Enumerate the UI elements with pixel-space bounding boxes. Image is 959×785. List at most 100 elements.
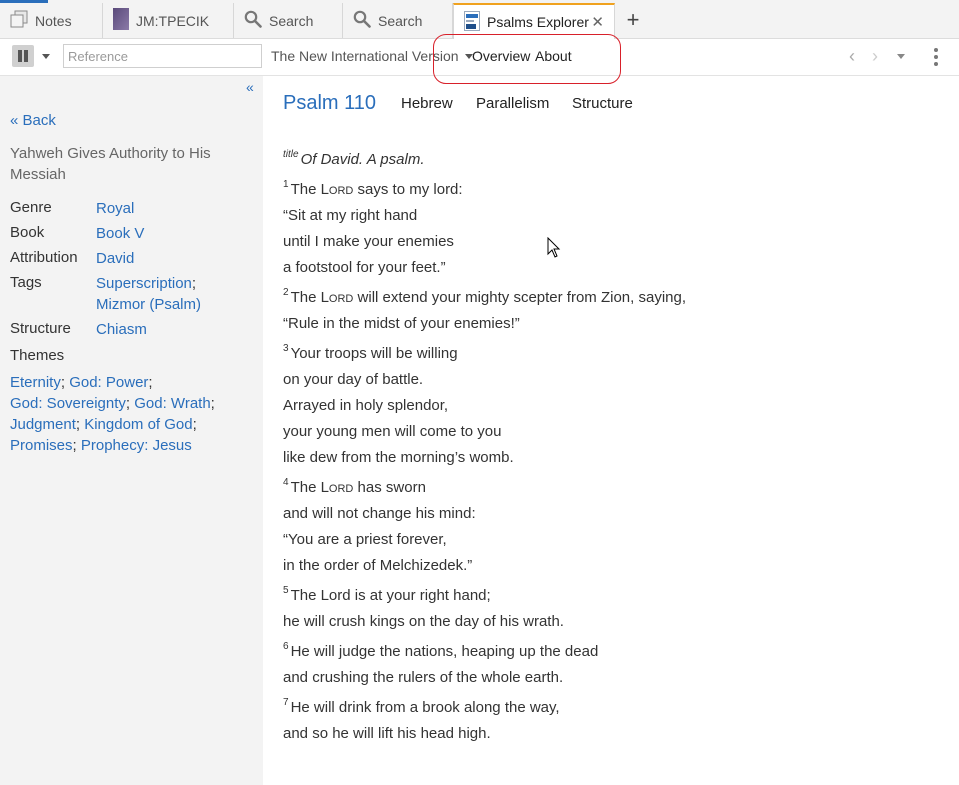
poem-line: like dew from the morning’s womb. xyxy=(283,449,514,466)
close-icon[interactable]: ✕ xyxy=(591,13,604,31)
poem-line: he will crush kings on the day of his wr… xyxy=(283,613,564,630)
theme-link[interactable]: Judgment xyxy=(10,416,76,433)
genre-label: Genre xyxy=(10,199,52,216)
verse-text: The Lord is at your right hand; xyxy=(290,587,491,604)
attribution-value[interactable]: David xyxy=(96,248,134,269)
tag-link[interactable]: Mizmor (Psalm) xyxy=(96,296,201,313)
collapse-sidebar-button[interactable]: « xyxy=(246,79,254,95)
themes-label: Themes xyxy=(10,347,65,364)
verse-line: 5 The Lord is at your right hand; xyxy=(283,585,491,604)
highlight-annotation xyxy=(433,34,621,84)
version-label: The New International Version xyxy=(271,48,459,64)
theme-link[interactable]: Promises xyxy=(10,437,73,454)
tab-notes[interactable]: Notes xyxy=(0,3,103,38)
verse-number[interactable]: 1 xyxy=(283,179,289,190)
verse-text: “Sit at my right hand xyxy=(283,207,418,224)
verse-text: and so he will lift his head high. xyxy=(283,725,491,742)
verse-text: The xyxy=(290,181,321,198)
verse-text: like dew from the morning’s womb. xyxy=(283,449,514,466)
tab-label: Notes xyxy=(35,12,72,29)
verse-text: Your troops will be willing xyxy=(290,345,458,362)
tab-label: Search xyxy=(378,12,423,29)
poem-line: on your day of battle. xyxy=(283,371,423,388)
theme-link[interactable]: God: Power xyxy=(69,374,148,391)
poem-line: in the order of Melchizedek.” xyxy=(283,557,472,574)
search-icon xyxy=(244,10,262,31)
verse-text: will extend your mighty scepter from Zio… xyxy=(353,289,687,306)
verse-text: until I make your enemies xyxy=(283,233,454,250)
genre-value[interactable]: Royal xyxy=(96,198,134,219)
verse-number[interactable]: 4 xyxy=(283,477,289,488)
theme-link[interactable]: Eternity xyxy=(10,374,61,391)
verse-line: 2 The Lord will extend your mighty scepte… xyxy=(283,287,687,306)
verse-number[interactable]: 7 xyxy=(283,697,289,708)
notes-icon xyxy=(10,10,28,31)
structure-value[interactable]: Chiasm xyxy=(96,319,147,340)
theme-link[interactable]: God: Wrath xyxy=(134,395,210,412)
divine-name: Lord xyxy=(320,479,354,496)
verse-text: He will drink from a brook along the way… xyxy=(290,699,560,716)
panel-layout-button[interactable] xyxy=(12,45,34,67)
new-tab-button[interactable]: + xyxy=(620,6,646,34)
tab-search-2[interactable]: Search xyxy=(343,3,453,38)
tab-structure[interactable]: Structure xyxy=(572,95,633,112)
tab-hebrew[interactable]: Hebrew xyxy=(401,95,453,112)
poem-line: “You are a priest forever, xyxy=(283,531,447,548)
poem-line: and so he will lift his head high. xyxy=(283,725,491,742)
psalms-explorer-icon xyxy=(464,10,480,34)
poem-line: “Rule in the midst of your enemies!” xyxy=(283,315,520,332)
title-marker: title xyxy=(283,149,299,160)
tags-label: Tags xyxy=(10,274,42,291)
verse-text: He will judge the nations, heaping up th… xyxy=(290,643,599,660)
verse-text: “You are a priest forever, xyxy=(283,531,447,548)
verse-line: 7 He will drink from a brook along the wa… xyxy=(283,697,560,716)
poem-line: and will not change his mind: xyxy=(283,505,476,522)
poem-line: Arrayed in holy splendor, xyxy=(283,397,448,414)
verse-text: has sworn xyxy=(353,479,426,496)
verse-number[interactable]: 3 xyxy=(283,343,289,354)
back-arrow-icon[interactable]: ‹ xyxy=(849,46,855,67)
verse-number[interactable]: 5 xyxy=(283,585,289,596)
verse-text: Arrayed in holy splendor, xyxy=(283,397,449,414)
theme-link[interactable]: God: Sovereignty xyxy=(10,395,126,412)
verse-text: and crushing the rulers of the whole ear… xyxy=(283,669,564,686)
more-options-icon[interactable] xyxy=(934,48,938,69)
verse-text: The xyxy=(290,289,321,306)
tab-label: JM:TPECIK xyxy=(136,12,210,29)
themes-list: Eternity; God: Power; God: Sovereignty; … xyxy=(10,374,215,454)
reference-input[interactable] xyxy=(63,44,262,68)
psalm-subtitle: Yahweh Gives Authority to His Messiah xyxy=(10,145,211,183)
history-dropdown-icon[interactable] xyxy=(897,54,905,59)
tab-jm-tpecik[interactable]: JM:TPECIK xyxy=(103,3,234,38)
psalm-superscription: title Of David. A psalm. xyxy=(283,149,425,168)
verse-text: in the order of Melchizedek.” xyxy=(283,557,473,574)
verse-text: and will not change his mind: xyxy=(283,505,476,522)
structure-label: Structure xyxy=(10,320,71,337)
forward-arrow-icon[interactable]: › xyxy=(872,46,878,67)
verse-text: your young men will come to you xyxy=(283,423,502,440)
tag-link[interactable]: Superscription xyxy=(96,275,192,292)
tab-label: Psalms Explorer xyxy=(487,14,589,30)
verse-line: 1 The Lord says to my lord: xyxy=(283,179,463,198)
mouse-cursor-icon xyxy=(547,237,561,258)
verse-number[interactable]: 2 xyxy=(283,287,289,298)
search-icon xyxy=(353,10,371,31)
back-link[interactable]: « Back xyxy=(10,112,56,129)
tab-parallelism[interactable]: Parallelism xyxy=(476,95,549,112)
superscription-text: Of David. A psalm. xyxy=(300,151,425,168)
theme-link[interactable]: Kingdom of God xyxy=(84,416,192,433)
attribution-label: Attribution xyxy=(10,249,78,266)
verse-number[interactable]: 6 xyxy=(283,641,289,652)
tab-search-1[interactable]: Search xyxy=(234,3,343,38)
verse-text: on your day of battle. xyxy=(283,371,424,388)
poem-line: a footstool for your feet.” xyxy=(283,259,446,276)
verse-line: 3 Your troops will be willing xyxy=(283,343,458,362)
divine-name: Lord xyxy=(320,181,354,198)
chevron-down-icon[interactable] xyxy=(42,54,50,59)
verse-text: he will crush kings on the day of his wr… xyxy=(283,613,564,630)
theme-link[interactable]: Prophecy: Jesus xyxy=(81,437,192,454)
book-label: Book xyxy=(10,224,45,241)
divine-name: Lord xyxy=(320,289,354,306)
verse-text: “Rule in the midst of your enemies!” xyxy=(283,315,520,332)
book-value[interactable]: Book V xyxy=(96,223,144,244)
